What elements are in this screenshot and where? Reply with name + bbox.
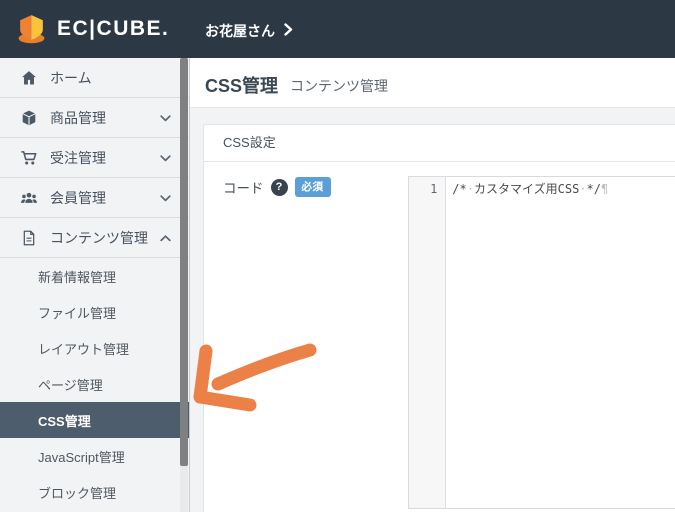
main-content: CSS管理 コンテンツ管理 CSS設定 コード ? 必須 1 /*·カスタマイズ… — [190, 58, 675, 512]
cart-icon — [21, 150, 37, 165]
chevron-up-icon — [160, 235, 171, 242]
css-settings-card: CSS設定 コード ? 必須 1 /*·カスタマイズ用CSS·*/¶ — [203, 124, 675, 512]
card-header: CSS設定 — [204, 125, 675, 162]
line-number: 1 — [430, 182, 438, 196]
users-icon — [21, 192, 37, 203]
breadcrumb: コンテンツ管理 — [290, 78, 388, 94]
whitespace-dot: · — [579, 182, 587, 196]
card-body: コード ? 必須 1 /*·カスタマイズ用CSS·*/¶ — [204, 162, 675, 509]
comment-text-token: カスタマイズ用CSS — [473, 182, 580, 196]
comment-close-token: */ — [586, 182, 601, 196]
code-field-label-group: コード ? 必須 — [223, 176, 408, 197]
submenu-item-news[interactable]: 新着情報管理 — [0, 258, 189, 294]
comment-open-token: /* — [452, 182, 467, 196]
contents-submenu: 新着情報管理 ファイル管理 レイアウト管理 ページ管理 CSS管理 JavaSc… — [0, 258, 189, 510]
shop-name-link[interactable]: お花屋さん — [205, 21, 275, 41]
newline-pilcrow: ¶ — [601, 182, 609, 196]
chevron-down-icon — [160, 115, 171, 122]
sidebar-nav: ホーム 商品管理 受注管理 会員管理 コンテンツ管理 新着情報管理 ファイル管理… — [0, 58, 190, 512]
page-title: CSS管理 — [205, 76, 279, 96]
submenu-label: ブロック管理 — [38, 485, 117, 501]
eccube-logo-text: EC|CUBE. — [57, 16, 170, 40]
required-badge: 必須 — [294, 177, 331, 197]
whitespace-dot: · — [466, 182, 474, 196]
submenu-item-css[interactable]: CSS管理 — [0, 402, 189, 438]
sidebar-scrollbar-thumb[interactable] — [180, 58, 188, 466]
sidebar-item-label: 会員管理 — [50, 189, 106, 206]
sidebar-item-products[interactable]: 商品管理 — [0, 98, 189, 138]
code-field-label: コード — [223, 181, 264, 196]
top-header: EC|CUBE. お花屋さん — [0, 0, 675, 58]
eccube-logo[interactable]: EC|CUBE. — [15, 12, 169, 45]
sidebar-item-members[interactable]: 会員管理 — [0, 178, 189, 218]
submenu-label: レイアウト管理 — [38, 341, 130, 357]
submenu-item-file[interactable]: ファイル管理 — [0, 294, 189, 330]
sidebar-item-orders[interactable]: 受注管理 — [0, 138, 189, 178]
document-icon — [23, 230, 35, 245]
submenu-label: 新着情報管理 — [38, 269, 117, 285]
editor-code-line[interactable]: /*·カスタマイズ用CSS·*/¶ — [446, 177, 608, 508]
editor-gutter: 1 — [409, 177, 447, 508]
package-icon — [22, 110, 36, 125]
chevron-right-icon[interactable] — [284, 23, 293, 36]
sidebar-item-home[interactable]: ホーム — [0, 58, 189, 98]
css-code-editor[interactable]: 1 /*·カスタマイズ用CSS·*/¶ — [408, 176, 675, 509]
sidebar-item-label: 商品管理 — [50, 109, 106, 126]
page-title-bar: CSS管理 コンテンツ管理 — [190, 58, 675, 108]
chevron-down-icon — [160, 155, 171, 162]
help-icon[interactable]: ? — [270, 178, 288, 196]
submenu-item-page[interactable]: ページ管理 — [0, 366, 189, 402]
sidebar-item-contents[interactable]: コンテンツ管理 — [0, 218, 189, 258]
submenu-item-block[interactable]: ブロック管理 — [0, 474, 189, 510]
submenu-label: ページ管理 — [38, 377, 103, 393]
content-area: CSS設定 コード ? 必須 1 /*·カスタマイズ用CSS·*/¶ — [190, 108, 675, 512]
submenu-label: ファイル管理 — [38, 305, 117, 321]
chevron-down-icon — [160, 195, 171, 202]
eccube-logo-icon — [18, 15, 45, 44]
sidebar-item-label: ホーム — [50, 69, 92, 86]
submenu-item-layout[interactable]: レイアウト管理 — [0, 330, 189, 366]
submenu-label: CSS管理 — [38, 413, 91, 429]
sidebar-item-label: コンテンツ管理 — [50, 229, 148, 246]
submenu-item-javascript[interactable]: JavaScript管理 — [0, 438, 189, 474]
sidebar-item-label: 受注管理 — [50, 149, 106, 166]
home-icon — [22, 70, 36, 84]
submenu-label: JavaScript管理 — [38, 449, 125, 465]
